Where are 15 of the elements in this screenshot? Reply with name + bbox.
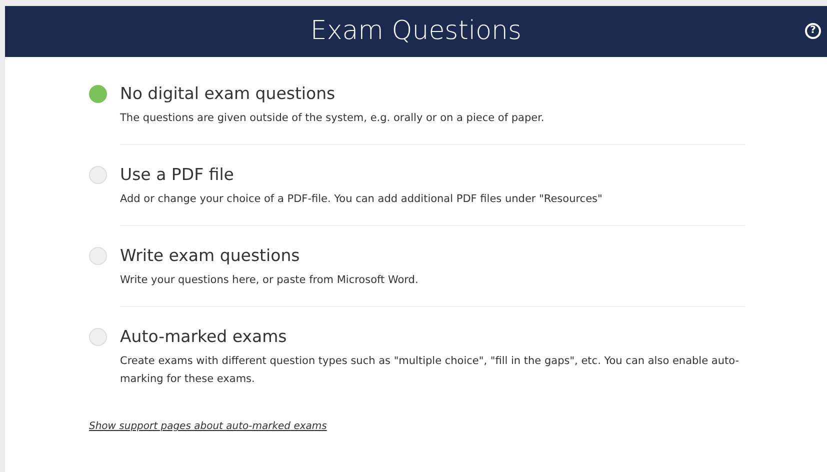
radio-button[interactable] (89, 166, 107, 184)
option-title[interactable]: Auto-marked exams (120, 325, 745, 349)
radio-button[interactable] (89, 85, 107, 103)
option-title[interactable]: Write exam questions (120, 244, 418, 268)
option-description: Write your questions here, or paste from Microsoft Word. (120, 273, 418, 288)
support-link[interactable]: Show support pages about auto-marked exams (89, 419, 327, 434)
radio-button[interactable] (89, 328, 107, 346)
option-description: Add or change your choice of a PDF-file. You can add additional PDF files under "Resources" (120, 192, 602, 207)
option-title[interactable]: Use a PDF file (120, 163, 602, 187)
radio-button[interactable] (89, 247, 107, 265)
help-button[interactable]: ? (805, 23, 821, 39)
page-title: Exam Questions (310, 16, 522, 46)
option-description: Create exams with different question types such as "multiple choice", "fill in the gaps", etc. You can also enable auto-marking for these exams. (120, 354, 740, 387)
option-description: The questions are given outside of the system, e.g. orally or on a piece of paper. (120, 111, 544, 126)
option-title[interactable]: No digital exam questions (120, 82, 544, 106)
